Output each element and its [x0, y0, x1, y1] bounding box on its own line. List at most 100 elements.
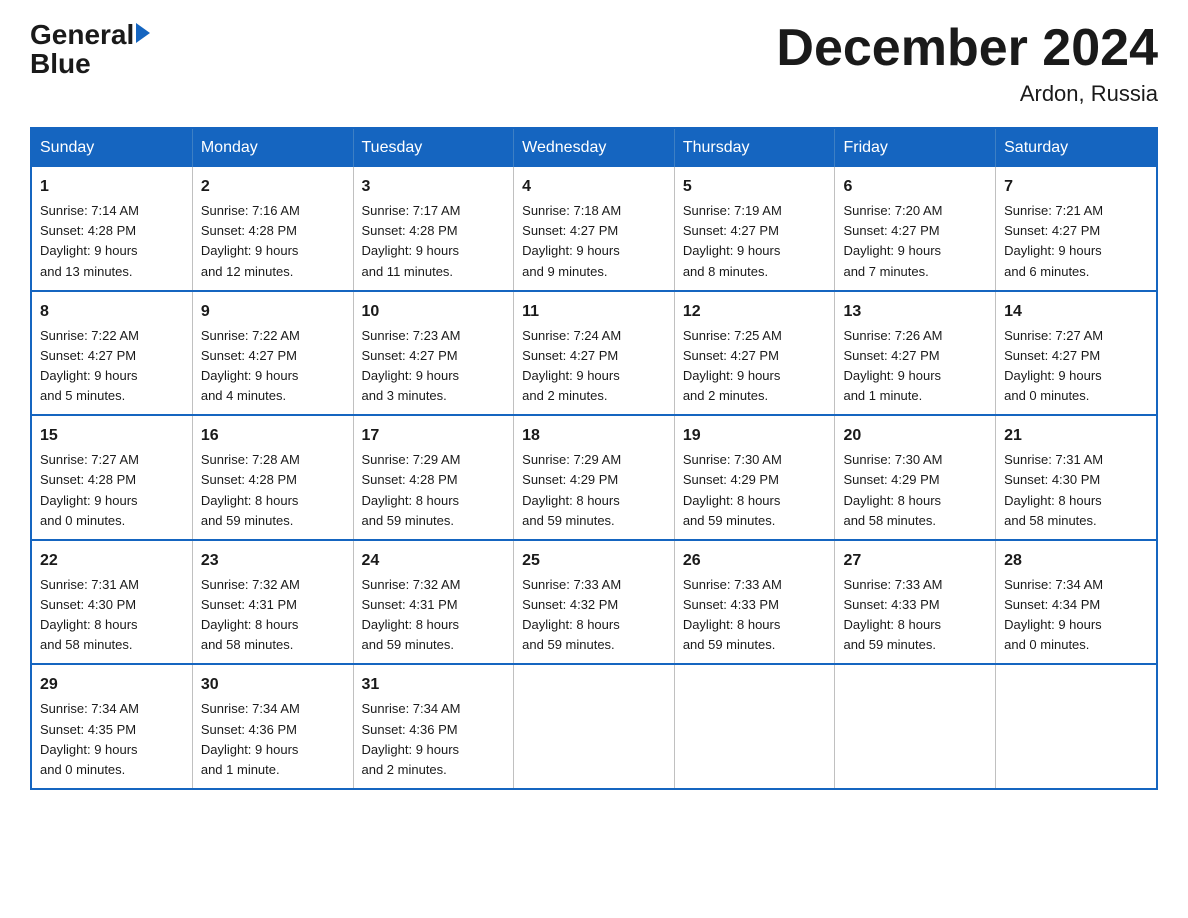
calendar-header-row: SundayMondayTuesdayWednesdayThursdayFrid…	[31, 128, 1157, 167]
day-info: Sunrise: 7:22 AM Sunset: 4:27 PM Dayligh…	[40, 326, 184, 407]
day-number: 8	[40, 300, 184, 324]
logo-arrow-icon	[136, 23, 150, 43]
calendar-cell: 7Sunrise: 7:21 AM Sunset: 4:27 PM Daylig…	[996, 167, 1157, 291]
day-number: 10	[362, 300, 506, 324]
calendar-cell: 13Sunrise: 7:26 AM Sunset: 4:27 PM Dayli…	[835, 291, 996, 416]
day-number: 26	[683, 549, 827, 573]
day-number: 21	[1004, 424, 1148, 448]
calendar-cell: 20Sunrise: 7:30 AM Sunset: 4:29 PM Dayli…	[835, 415, 996, 540]
day-info: Sunrise: 7:31 AM Sunset: 4:30 PM Dayligh…	[1004, 450, 1148, 531]
day-number: 23	[201, 549, 345, 573]
calendar-cell: 30Sunrise: 7:34 AM Sunset: 4:36 PM Dayli…	[192, 664, 353, 789]
calendar-cell: 29Sunrise: 7:34 AM Sunset: 4:35 PM Dayli…	[31, 664, 192, 789]
day-number: 1	[40, 175, 184, 199]
header-wednesday: Wednesday	[514, 128, 675, 167]
calendar-table: SundayMondayTuesdayWednesdayThursdayFrid…	[30, 127, 1158, 790]
day-number: 4	[522, 175, 666, 199]
day-number: 5	[683, 175, 827, 199]
calendar-cell: 31Sunrise: 7:34 AM Sunset: 4:36 PM Dayli…	[353, 664, 514, 789]
day-number: 15	[40, 424, 184, 448]
calendar-cell: 2Sunrise: 7:16 AM Sunset: 4:28 PM Daylig…	[192, 167, 353, 291]
day-info: Sunrise: 7:20 AM Sunset: 4:27 PM Dayligh…	[843, 201, 987, 282]
day-number: 3	[362, 175, 506, 199]
day-info: Sunrise: 7:17 AM Sunset: 4:28 PM Dayligh…	[362, 201, 506, 282]
day-info: Sunrise: 7:27 AM Sunset: 4:27 PM Dayligh…	[1004, 326, 1148, 407]
calendar-cell: 21Sunrise: 7:31 AM Sunset: 4:30 PM Dayli…	[996, 415, 1157, 540]
calendar-cell: 24Sunrise: 7:32 AM Sunset: 4:31 PM Dayli…	[353, 540, 514, 665]
title-section: December 2024 Ardon, Russia	[776, 20, 1158, 107]
day-info: Sunrise: 7:34 AM Sunset: 4:36 PM Dayligh…	[362, 699, 506, 780]
calendar-cell: 1Sunrise: 7:14 AM Sunset: 4:28 PM Daylig…	[31, 167, 192, 291]
day-number: 27	[843, 549, 987, 573]
day-number: 11	[522, 300, 666, 324]
day-info: Sunrise: 7:32 AM Sunset: 4:31 PM Dayligh…	[201, 575, 345, 656]
day-info: Sunrise: 7:18 AM Sunset: 4:27 PM Dayligh…	[522, 201, 666, 282]
header-sunday: Sunday	[31, 128, 192, 167]
calendar-week-row: 29Sunrise: 7:34 AM Sunset: 4:35 PM Dayli…	[31, 664, 1157, 789]
calendar-cell: 3Sunrise: 7:17 AM Sunset: 4:28 PM Daylig…	[353, 167, 514, 291]
day-number: 13	[843, 300, 987, 324]
day-number: 2	[201, 175, 345, 199]
day-info: Sunrise: 7:34 AM Sunset: 4:36 PM Dayligh…	[201, 699, 345, 780]
day-number: 28	[1004, 549, 1148, 573]
calendar-cell: 14Sunrise: 7:27 AM Sunset: 4:27 PM Dayli…	[996, 291, 1157, 416]
day-number: 17	[362, 424, 506, 448]
page-header: General Blue December 2024 Ardon, Russia	[30, 20, 1158, 107]
day-info: Sunrise: 7:26 AM Sunset: 4:27 PM Dayligh…	[843, 326, 987, 407]
calendar-cell: 6Sunrise: 7:20 AM Sunset: 4:27 PM Daylig…	[835, 167, 996, 291]
month-title: December 2024	[776, 20, 1158, 77]
logo: General Blue	[30, 20, 150, 80]
calendar-cell	[674, 664, 835, 789]
calendar-cell: 11Sunrise: 7:24 AM Sunset: 4:27 PM Dayli…	[514, 291, 675, 416]
day-number: 6	[843, 175, 987, 199]
day-number: 18	[522, 424, 666, 448]
calendar-cell: 15Sunrise: 7:27 AM Sunset: 4:28 PM Dayli…	[31, 415, 192, 540]
day-info: Sunrise: 7:33 AM Sunset: 4:33 PM Dayligh…	[683, 575, 827, 656]
header-monday: Monday	[192, 128, 353, 167]
header-saturday: Saturday	[996, 128, 1157, 167]
day-number: 12	[683, 300, 827, 324]
day-info: Sunrise: 7:14 AM Sunset: 4:28 PM Dayligh…	[40, 201, 184, 282]
day-info: Sunrise: 7:16 AM Sunset: 4:28 PM Dayligh…	[201, 201, 345, 282]
day-number: 9	[201, 300, 345, 324]
calendar-cell: 17Sunrise: 7:29 AM Sunset: 4:28 PM Dayli…	[353, 415, 514, 540]
calendar-cell: 18Sunrise: 7:29 AM Sunset: 4:29 PM Dayli…	[514, 415, 675, 540]
logo-blue: Blue	[30, 49, 91, 80]
day-info: Sunrise: 7:33 AM Sunset: 4:32 PM Dayligh…	[522, 575, 666, 656]
calendar-cell	[996, 664, 1157, 789]
day-info: Sunrise: 7:22 AM Sunset: 4:27 PM Dayligh…	[201, 326, 345, 407]
day-info: Sunrise: 7:19 AM Sunset: 4:27 PM Dayligh…	[683, 201, 827, 282]
calendar-week-row: 22Sunrise: 7:31 AM Sunset: 4:30 PM Dayli…	[31, 540, 1157, 665]
calendar-cell: 27Sunrise: 7:33 AM Sunset: 4:33 PM Dayli…	[835, 540, 996, 665]
calendar-cell: 10Sunrise: 7:23 AM Sunset: 4:27 PM Dayli…	[353, 291, 514, 416]
logo-general: General	[30, 20, 134, 51]
day-info: Sunrise: 7:30 AM Sunset: 4:29 PM Dayligh…	[843, 450, 987, 531]
day-number: 16	[201, 424, 345, 448]
calendar-cell: 25Sunrise: 7:33 AM Sunset: 4:32 PM Dayli…	[514, 540, 675, 665]
day-info: Sunrise: 7:34 AM Sunset: 4:35 PM Dayligh…	[40, 699, 184, 780]
day-number: 30	[201, 673, 345, 697]
calendar-cell: 26Sunrise: 7:33 AM Sunset: 4:33 PM Dayli…	[674, 540, 835, 665]
day-number: 31	[362, 673, 506, 697]
calendar-cell: 19Sunrise: 7:30 AM Sunset: 4:29 PM Dayli…	[674, 415, 835, 540]
day-info: Sunrise: 7:32 AM Sunset: 4:31 PM Dayligh…	[362, 575, 506, 656]
day-number: 14	[1004, 300, 1148, 324]
day-info: Sunrise: 7:33 AM Sunset: 4:33 PM Dayligh…	[843, 575, 987, 656]
day-number: 25	[522, 549, 666, 573]
day-number: 22	[40, 549, 184, 573]
calendar-cell: 16Sunrise: 7:28 AM Sunset: 4:28 PM Dayli…	[192, 415, 353, 540]
day-info: Sunrise: 7:28 AM Sunset: 4:28 PM Dayligh…	[201, 450, 345, 531]
calendar-week-row: 15Sunrise: 7:27 AM Sunset: 4:28 PM Dayli…	[31, 415, 1157, 540]
day-number: 24	[362, 549, 506, 573]
calendar-cell: 4Sunrise: 7:18 AM Sunset: 4:27 PM Daylig…	[514, 167, 675, 291]
calendar-cell: 8Sunrise: 7:22 AM Sunset: 4:27 PM Daylig…	[31, 291, 192, 416]
day-info: Sunrise: 7:29 AM Sunset: 4:29 PM Dayligh…	[522, 450, 666, 531]
header-thursday: Thursday	[674, 128, 835, 167]
calendar-cell: 22Sunrise: 7:31 AM Sunset: 4:30 PM Dayli…	[31, 540, 192, 665]
calendar-week-row: 1Sunrise: 7:14 AM Sunset: 4:28 PM Daylig…	[31, 167, 1157, 291]
day-number: 19	[683, 424, 827, 448]
day-info: Sunrise: 7:21 AM Sunset: 4:27 PM Dayligh…	[1004, 201, 1148, 282]
calendar-cell: 23Sunrise: 7:32 AM Sunset: 4:31 PM Dayli…	[192, 540, 353, 665]
day-info: Sunrise: 7:24 AM Sunset: 4:27 PM Dayligh…	[522, 326, 666, 407]
header-friday: Friday	[835, 128, 996, 167]
